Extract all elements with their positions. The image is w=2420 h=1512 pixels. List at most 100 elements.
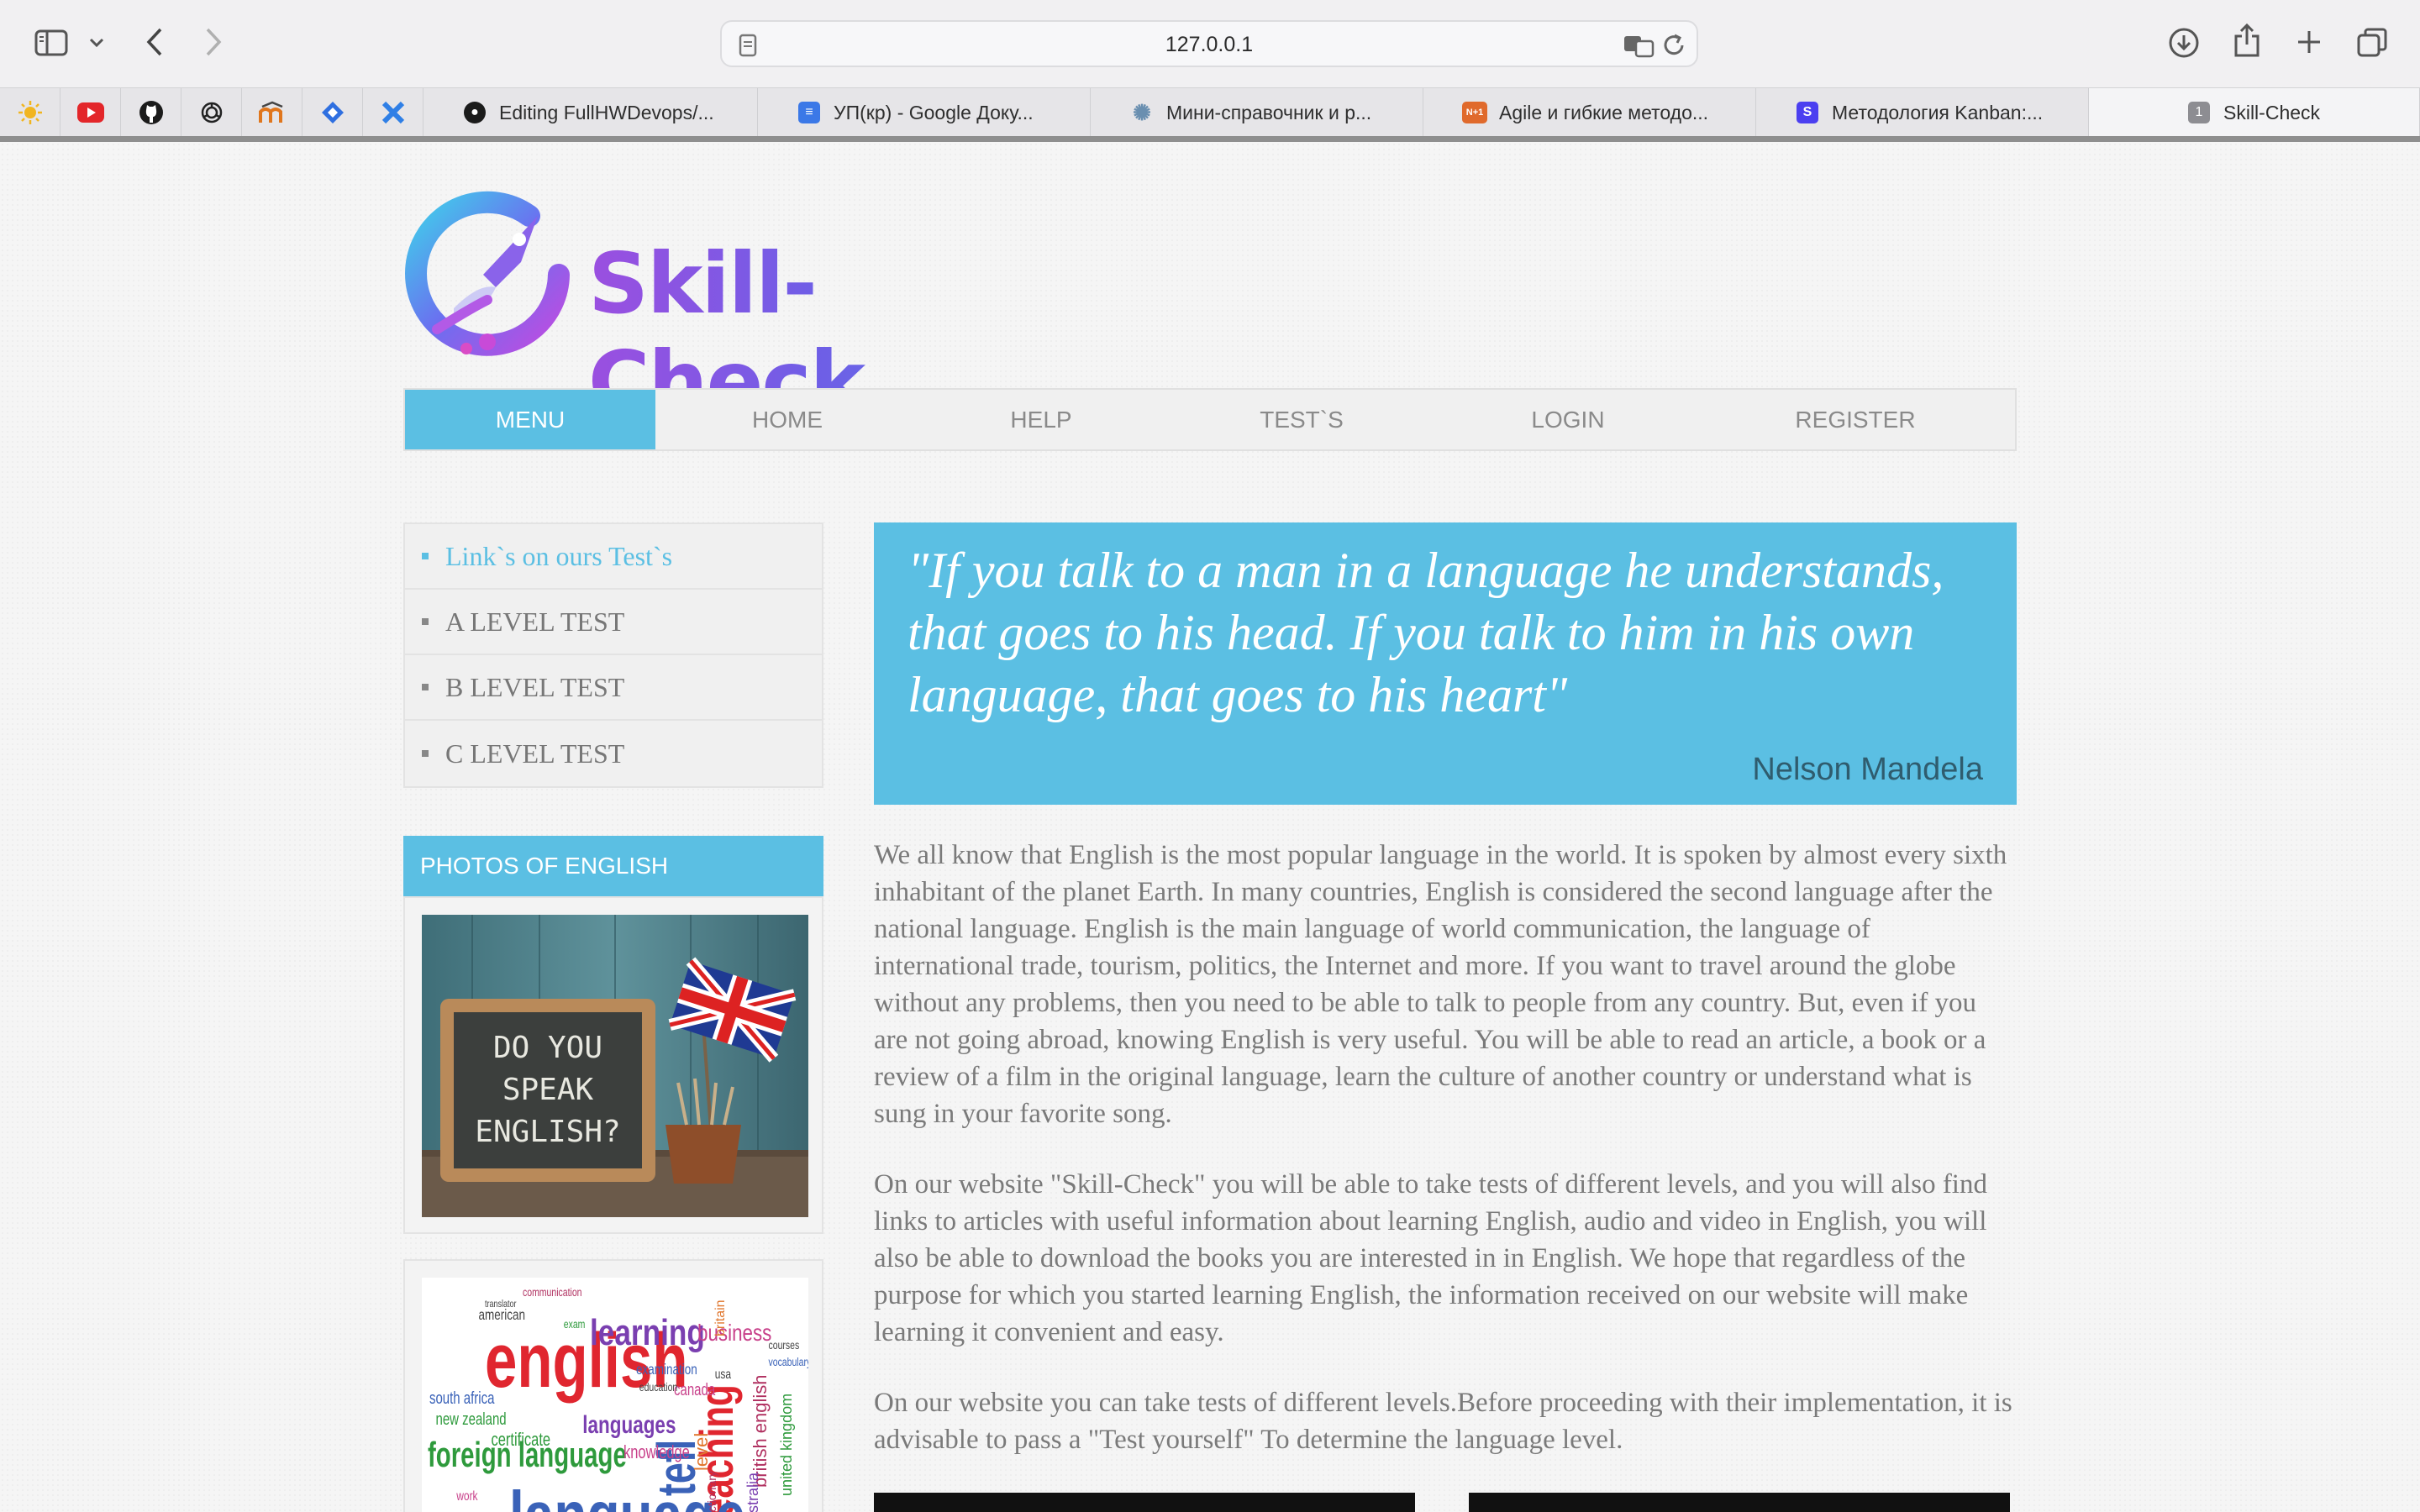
word: vocabulary: [769, 1356, 808, 1369]
tab-label: УП(кр) - Google Доку...: [834, 101, 1034, 123]
sidebar-link-label: A LEVEL TEST: [445, 606, 625, 637]
reload-icon[interactable]: [1661, 33, 1686, 58]
word: australia: [744, 1472, 761, 1512]
nav-menu[interactable]: MENU: [405, 390, 655, 449]
nplus1-icon: N+1: [1462, 102, 1487, 123]
new-tab-button[interactable]: [2292, 25, 2326, 59]
pinned-tab-diamond[interactable]: [302, 88, 363, 137]
pinned-tab-sun[interactable]: [0, 88, 60, 137]
address-bar[interactable]: 127.0.0.1: [720, 20, 1698, 67]
word: business: [697, 1320, 771, 1347]
video-thumbnail-right[interactable]: [1469, 1493, 2010, 1512]
back-button[interactable]: [139, 25, 170, 59]
share-icon: [2234, 23, 2260, 57]
tab-skill-check[interactable]: 1 Skill-Check: [2089, 88, 2420, 137]
quote-block: "If you talk to a man in a language he u…: [874, 522, 2017, 805]
pinned-tab-openai[interactable]: [182, 88, 242, 137]
word: certificate: [492, 1430, 551, 1451]
web-page: Skill-Check MENU HOME HELP TEST`S LOGIN …: [0, 142, 2420, 1512]
word: communication: [523, 1286, 582, 1299]
forward-button[interactable]: [198, 25, 229, 59]
word: canada: [674, 1380, 715, 1399]
word: level: [691, 1433, 712, 1471]
sun-favicon-icon: [18, 101, 42, 124]
tab-label: Skill-Check: [2223, 101, 2321, 123]
chevron-right-icon: [206, 28, 222, 56]
tab-overview-icon: [2357, 28, 2387, 57]
english-word-cloud-image: english learning business teaching langu…: [428, 1286, 808, 1512]
photo-speak-english[interactable]: DO YOU SPEAK ENGLISH?: [422, 915, 808, 1217]
sidebar-link-tests[interactable]: Link`s on ours Test`s: [405, 524, 822, 590]
url-text: 127.0.0.1: [1165, 33, 1254, 56]
downloads-button[interactable]: [2166, 25, 2202, 60]
sidebar-icon: [34, 29, 68, 56]
chalkboard-line-3: ENGLISH?: [475, 1115, 620, 1149]
sidebar-link-c-level[interactable]: C LEVEL TEST: [405, 721, 822, 786]
nav-home[interactable]: HOME: [655, 390, 919, 449]
tab-editing-fullhwdevops[interactable]: ● Editing FullHWDevops/...: [424, 88, 758, 137]
plus-icon: [2298, 31, 2320, 53]
tab-label: Agile и гибкие методо...: [1499, 101, 1709, 123]
tab-bar: ● Editing FullHWDevops/... ≡ УП(кр) - Go…: [0, 87, 2420, 137]
tab-mini-reference[interactable]: ✺ Мини-справочник и р...: [1091, 88, 1423, 137]
word: examination: [636, 1362, 697, 1378]
sidebar-links: Link`s on ours Test`s A LEVEL TEST B LEV…: [403, 522, 823, 788]
pinned-tab-moodle[interactable]: [242, 88, 302, 137]
tab-kanban[interactable]: S Методология Kanban:...: [1756, 88, 2089, 137]
article-paragraph: We all know that English is the most pop…: [874, 840, 2007, 1129]
openai-icon: [201, 102, 222, 123]
word: translator: [485, 1299, 517, 1310]
rocket-logo-icon: [405, 191, 570, 356]
tab-number-icon: 1: [2188, 102, 2210, 123]
nav-login[interactable]: LOGIN: [1440, 390, 1696, 449]
sidebar-link-label: B LEVEL TEST: [445, 671, 625, 702]
sidebar-link-b-level[interactable]: B LEVEL TEST: [405, 655, 822, 721]
word: courses: [769, 1339, 800, 1352]
share-button[interactable]: [2230, 22, 2264, 59]
photos-heading: PHOTOS OF ENGLISH: [403, 836, 823, 896]
photo-card-word-cloud: english learning business teaching langu…: [403, 1259, 823, 1512]
nav-tests[interactable]: TEST`S: [1163, 390, 1440, 449]
photo-word-cloud[interactable]: english learning business teaching langu…: [422, 1278, 808, 1512]
tab-label: Методология Kanban:...: [1832, 101, 2044, 123]
pinned-tab-github[interactable]: [121, 88, 182, 137]
photo-card-speak-english: DO YOU SPEAK ENGLISH?: [403, 896, 823, 1234]
word: exam: [564, 1318, 586, 1331]
word: work: [455, 1488, 478, 1503]
sidebar-link-label: Link`s on ours Test`s: [445, 540, 673, 571]
google-docs-icon: ≡: [798, 102, 820, 123]
tab-overview-button[interactable]: [2354, 25, 2390, 60]
toolbar-divider: [0, 136, 2420, 142]
pinned-tab-jira[interactable]: [363, 88, 424, 137]
sidebar-toggle-button[interactable]: [32, 27, 71, 59]
tab-google-docs[interactable]: ≡ УП(кр) - Google Доку...: [758, 88, 1091, 137]
github-icon: [139, 101, 163, 124]
bullet-icon: [422, 750, 429, 757]
site-logo[interactable]: Skill-Check: [403, 182, 1042, 431]
quote-text: "If you talk to a man in a language he u…: [908, 543, 1944, 722]
sidebar-link-label: C LEVEL TEST: [445, 738, 625, 769]
tab-group-dropdown[interactable]: [86, 32, 108, 54]
translate-icon[interactable]: [1623, 33, 1656, 58]
chalkboard-line-1: DO YOU: [493, 1031, 602, 1065]
gear-icon: ✺: [1133, 99, 1151, 125]
quote-author: Nelson Mandela: [1752, 752, 1983, 787]
article-paragraph: On our website "Skill-Check" you will be…: [874, 1169, 1987, 1347]
nav-register[interactable]: REGISTER: [1696, 390, 2015, 449]
word: languages: [582, 1410, 676, 1439]
word: united kingdom: [778, 1394, 795, 1496]
word: britain: [713, 1299, 728, 1336]
nav-help[interactable]: HELP: [919, 390, 1163, 449]
download-icon: [2169, 28, 2199, 58]
word: knowledge: [623, 1442, 690, 1463]
pinned-tab-youtube[interactable]: [60, 88, 121, 137]
bullet-icon: [422, 553, 429, 559]
chevron-down-icon: [89, 38, 104, 48]
sidebar-link-a-level[interactable]: A LEVEL TEST: [405, 590, 822, 655]
tab-label: Мини-справочник и р...: [1166, 101, 1372, 123]
video-thumbnail-left[interactable]: [874, 1493, 1415, 1512]
word: british english: [750, 1374, 771, 1488]
word: south africa: [429, 1389, 495, 1408]
tab-agile[interactable]: N+1 Agile и гибкие методо...: [1423, 88, 1756, 137]
jira-icon: [381, 101, 404, 124]
